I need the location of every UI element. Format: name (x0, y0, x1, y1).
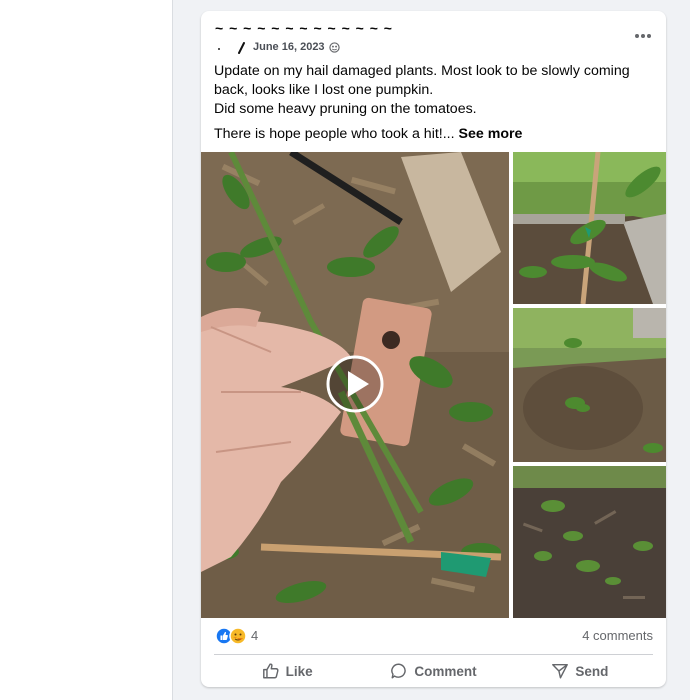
like-button[interactable]: Like (214, 657, 360, 685)
comment-icon (391, 663, 407, 679)
post-text: Update on my hail damaged plants. Most l… (214, 62, 654, 144)
more-dot-icon (635, 34, 639, 38)
comments-count[interactable]: 4 comments (582, 628, 653, 643)
send-icon (552, 663, 569, 679)
post-card: ~ ~ ~ ~ ~ ~ ~ ~ ~ ~ ~ ~ ~ June 16, 2023 … (201, 11, 666, 687)
post-meta: June 16, 2023 (215, 39, 340, 55)
care-icon (229, 627, 247, 645)
thumbs-up-icon (262, 663, 279, 679)
more-dot-icon (641, 34, 645, 38)
post-text-truncated: There is hope people who took a hit!... (214, 126, 455, 142)
play-icon (326, 355, 384, 413)
comment-label: Comment (414, 663, 477, 679)
reactions-row: 4 4 comments (201, 618, 666, 654)
reaction-icons[interactable] (215, 627, 247, 645)
post-header: ~ ~ ~ ~ ~ ~ ~ ~ ~ ~ ~ ~ ~ June 16, 2023 (201, 11, 666, 61)
avatar-scribble (218, 42, 245, 54)
actions-divider (214, 654, 653, 655)
garden-video-thumbnail[interactable] (201, 152, 509, 618)
left-blank-pane (0, 0, 173, 700)
garden-photo-1 (513, 152, 666, 304)
garden-photo-thumbnail[interactable] (513, 466, 666, 618)
see-more-link[interactable]: See more (459, 126, 523, 142)
more-options-button[interactable] (632, 27, 654, 45)
globe-icon (328, 41, 340, 53)
post-date[interactable]: June 16, 2023 (253, 41, 325, 53)
post-media (201, 152, 666, 618)
garden-photo-2 (513, 308, 666, 462)
post-text-line: There is hope people who took a hit!... … (214, 125, 654, 144)
post-actions: Like Comment Send (214, 657, 653, 685)
send-button[interactable]: Send (507, 657, 653, 685)
more-dot-icon (647, 34, 651, 38)
comment-button[interactable]: Comment (360, 657, 506, 685)
play-button[interactable] (326, 355, 384, 413)
garden-photo-3 (513, 466, 666, 618)
post-text-line: Did some heavy pruning on the tomatoes. (214, 101, 477, 117)
garden-photo-thumbnail[interactable] (513, 308, 666, 462)
author-name[interactable]: ~ ~ ~ ~ ~ ~ ~ ~ ~ ~ ~ ~ ~ (215, 23, 393, 33)
like-label: Like (285, 663, 313, 679)
garden-photo-thumbnail[interactable] (513, 152, 666, 304)
post-text-line: Update on my hail damaged plants. Most l… (214, 63, 630, 98)
send-label: Send (575, 663, 609, 679)
reaction-count[interactable]: 4 (251, 628, 258, 643)
